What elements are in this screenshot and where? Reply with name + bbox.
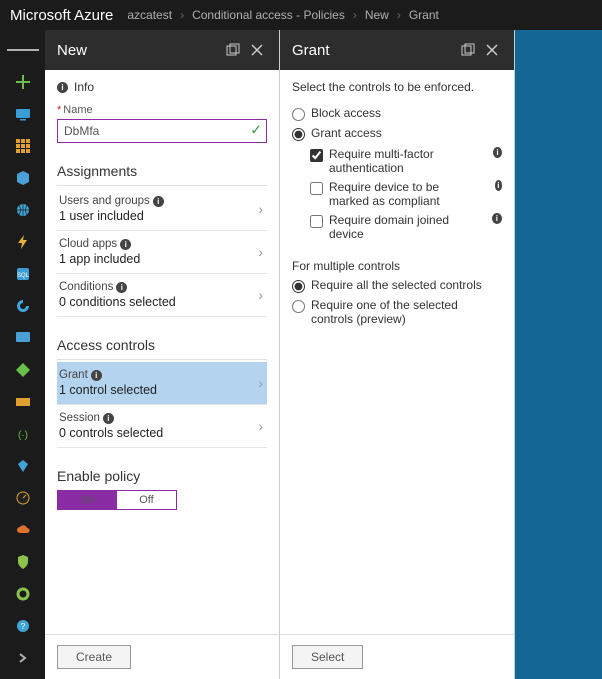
svg-text:?: ?	[20, 622, 25, 631]
globe-icon[interactable]	[7, 196, 39, 224]
create-button[interactable]: Create	[57, 645, 131, 669]
bolt-icon[interactable]	[7, 228, 39, 256]
toggle-on[interactable]: On	[58, 491, 117, 509]
breadcrumb-item[interactable]: azcatest	[127, 8, 172, 22]
restore-icon[interactable]	[458, 40, 478, 60]
help-icon[interactable]: ?	[7, 612, 39, 640]
breadcrumb-item[interactable]: New	[365, 8, 389, 22]
info-icon: i	[493, 147, 502, 158]
info-icon: i	[116, 282, 127, 293]
chevron-right-icon: ›	[258, 375, 263, 391]
cube-icon[interactable]	[7, 164, 39, 192]
checkbox-require-compliant[interactable]: Require device to be marked as compliant…	[310, 180, 502, 208]
cloud-icon[interactable]	[7, 516, 39, 544]
svg-text:(·): (·)	[18, 430, 28, 441]
radio-block-access[interactable]: Block access	[292, 106, 502, 121]
info-icon: i	[120, 239, 131, 250]
grant-lead: Select the controls to be enforced.	[292, 80, 502, 94]
left-nav: SQL (·) ?	[0, 30, 45, 679]
chevron-right-icon: ›	[258, 418, 263, 434]
enable-policy-title: Enable policy	[57, 468, 267, 484]
radio-require-one[interactable]: Require one of the selected controls (pr…	[292, 298, 502, 326]
devops-icon[interactable]	[7, 292, 39, 320]
chevron-right-icon: ›	[258, 201, 263, 217]
add-icon[interactable]	[7, 68, 39, 96]
name-label: Name	[63, 104, 92, 116]
shield-icon[interactable]	[7, 548, 39, 576]
info-label: Info	[74, 80, 94, 94]
monitor-icon[interactable]	[7, 100, 39, 128]
chevron-right-icon: ›	[258, 287, 263, 303]
close-icon[interactable]	[482, 40, 502, 60]
breadcrumb-item[interactable]: Grant	[409, 8, 439, 22]
blade-title: New	[57, 42, 87, 59]
checkbox-require-domain[interactable]: Require domain joined device i	[310, 213, 502, 241]
row-grant[interactable]: Granti 1 control selected ›	[57, 362, 267, 405]
chevron-right-icon: ›	[258, 244, 263, 260]
info-icon: i	[91, 370, 102, 381]
info-icon: i	[495, 180, 502, 191]
close-icon[interactable]	[247, 40, 267, 60]
breadcrumb-sep: ›	[397, 8, 401, 22]
gauge-icon[interactable]	[7, 484, 39, 512]
restore-icon[interactable]	[223, 40, 243, 60]
enable-policy-toggle[interactable]: On Off	[57, 490, 177, 510]
radio-require-all[interactable]: Require all the selected controls	[292, 278, 502, 293]
select-button[interactable]: Select	[292, 645, 363, 669]
multiple-controls-title: For multiple controls	[292, 259, 502, 273]
breadcrumb-sep: ›	[180, 8, 184, 22]
blade-grant: Grant Select the controls to be enforced…	[280, 30, 515, 679]
brackets-icon[interactable]: (·)	[7, 420, 39, 448]
gem-icon[interactable]	[7, 452, 39, 480]
blade-title: Grant	[292, 42, 330, 59]
name-input[interactable]	[57, 119, 267, 143]
screen-icon[interactable]	[7, 324, 39, 352]
row-conditions[interactable]: Conditionsi 0 conditions selected ›	[57, 274, 267, 317]
blade-new: New i Info *Name ✓ Assignments	[45, 30, 280, 679]
sql-icon[interactable]: SQL	[7, 260, 39, 288]
info-icon: i	[492, 213, 502, 224]
assignments-title: Assignments	[57, 163, 267, 179]
access-controls-title: Access controls	[57, 337, 267, 353]
checkbox-require-mfa[interactable]: Require multi-factor authentication i	[310, 147, 502, 175]
menu-toggle-icon[interactable]	[7, 36, 39, 64]
grid-icon[interactable]	[7, 132, 39, 160]
radio-grant-access[interactable]: Grant access	[292, 126, 502, 141]
row-users-groups[interactable]: Users and groupsi 1 user included ›	[57, 188, 267, 231]
info-icon: i	[57, 82, 68, 93]
ring-icon[interactable]	[7, 580, 39, 608]
info-icon: i	[103, 413, 114, 424]
row-session[interactable]: Sessioni 0 controls selected ›	[57, 405, 267, 448]
breadcrumb-item[interactable]: Conditional access - Policies	[192, 8, 345, 22]
diamond-icon[interactable]	[7, 356, 39, 384]
azure-brand: Microsoft Azure	[10, 7, 113, 24]
info-icon: i	[153, 196, 164, 207]
card-icon[interactable]	[7, 388, 39, 416]
svg-text:SQL: SQL	[16, 273, 29, 279]
toggle-off[interactable]: Off	[117, 491, 176, 509]
breadcrumb-sep: ›	[353, 8, 357, 22]
more-icon[interactable]	[7, 644, 39, 672]
row-cloud-apps[interactable]: Cloud appsi 1 app included ›	[57, 231, 267, 274]
